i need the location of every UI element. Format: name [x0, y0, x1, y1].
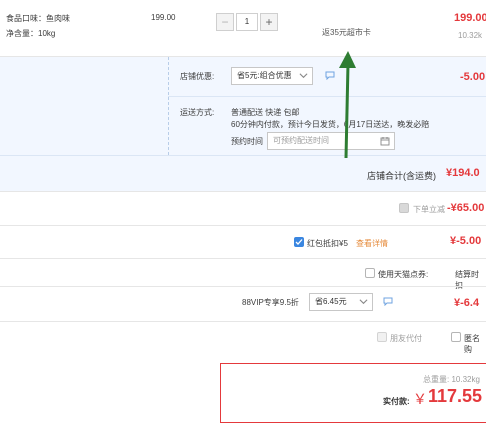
- schedule-label: 预约时间: [231, 137, 263, 146]
- shop-discount-select[interactable]: 省5元:组合优惠: [231, 67, 313, 85]
- anonymous-purchase-label: 匿名购: [464, 334, 480, 354]
- line-weight: 10.32k: [458, 31, 483, 40]
- divider: [0, 321, 486, 322]
- red-packet-value: ¥-5.00: [450, 235, 482, 247]
- product-weight: 净含量：10kg: [6, 29, 56, 38]
- divider: [0, 191, 486, 192]
- unit-price: 199.00: [151, 13, 176, 22]
- schedule-time-placeholder: 可预约配送时间: [273, 136, 329, 145]
- shop-discount-select-value: 省5元:组合优惠: [237, 71, 292, 80]
- line-total: 199.00: [454, 12, 486, 24]
- supermarket-card-promo: 返35元超市卡: [322, 28, 371, 37]
- tmall-points-checkbox[interactable]: [365, 268, 375, 278]
- shop-subtotal-value: ¥194.0: [446, 167, 480, 179]
- amount-payable-currency: ￥: [413, 391, 427, 407]
- red-packet-label: 红包抵扣¥5: [307, 239, 348, 248]
- friend-pay-label: 朋友代付: [390, 334, 422, 343]
- vip-discount-value: ¥-6.4: [454, 297, 480, 309]
- quantity-increase-button[interactable]: +: [260, 13, 278, 31]
- divider: [0, 286, 486, 287]
- check-icon: [295, 239, 303, 245]
- amount-payable-value: 117.55: [428, 386, 483, 406]
- total-weight: 总重量: 10.32kg: [423, 375, 480, 384]
- annotation-arrow: [339, 51, 356, 159]
- red-packet-checkbox[interactable]: [294, 237, 304, 247]
- anonymous-purchase-checkbox[interactable]: [451, 332, 461, 342]
- shop-subtotal-label: 店铺合计(含运费): [367, 171, 436, 181]
- shipping-label: 运送方式:: [180, 108, 215, 117]
- divider: [0, 258, 486, 259]
- quantity-decrease-button[interactable]: −: [216, 13, 234, 31]
- tmall-points-note: 结算时扣: [455, 270, 479, 290]
- instant-discount-label: 下单立减: [413, 205, 445, 214]
- product-flavor: 食品口味：鱼肉味: [6, 14, 70, 23]
- shop-inner-divider: [168, 96, 486, 97]
- shop-discount-label: 店铺优惠:: [180, 72, 215, 81]
- instant-discount-checkbox[interactable]: [399, 203, 409, 213]
- vip-discount-select[interactable]: 省6.45元: [309, 293, 373, 311]
- amount-payable-label: 实付款:: [383, 397, 410, 406]
- chevron-down-icon: [299, 73, 308, 79]
- calendar-icon: [380, 137, 390, 146]
- friend-pay-checkbox[interactable]: [377, 332, 387, 342]
- product-row: 食品口味：鱼肉味 净含量：10kg 199.00 − 1 + 返35元超市卡 1…: [0, 0, 486, 56]
- red-packet-details-link[interactable]: 查看详情: [356, 238, 388, 249]
- shop-discount-amount: -5.00: [460, 71, 486, 83]
- instant-discount-value: -¥65.00: [447, 202, 485, 214]
- vip-discount-select-value: 省6.45元: [315, 297, 347, 306]
- quantity-input[interactable]: 1: [236, 13, 258, 31]
- chevron-down-icon: [359, 299, 368, 305]
- tmall-points-label: 使用天猫点券:: [378, 270, 429, 279]
- vip-discount-label: 88VIP专享9.5折: [242, 298, 299, 307]
- chat-icon[interactable]: [383, 297, 393, 306]
- shipping-method: 普通配送 快递 包邮: [231, 108, 300, 117]
- divider: [0, 225, 486, 226]
- divider: [0, 155, 486, 156]
